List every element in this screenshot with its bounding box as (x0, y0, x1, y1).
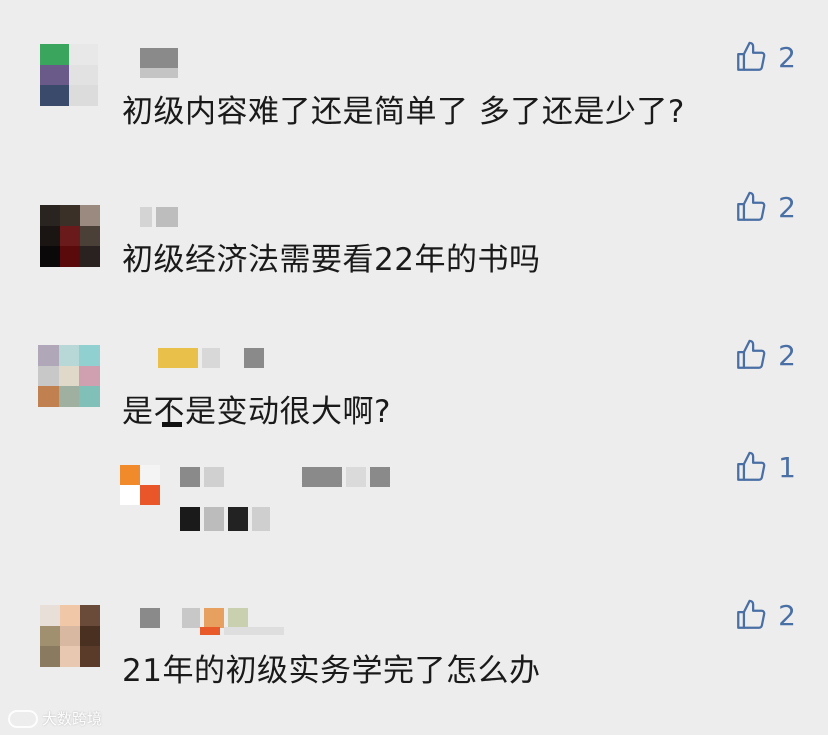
like-count: 1 (778, 450, 796, 484)
username-blurred[interactable] (158, 348, 264, 368)
like-button[interactable]: 2 (734, 598, 796, 632)
like-button[interactable]: 1 (734, 450, 796, 484)
username-blurred[interactable] (140, 608, 248, 628)
like-button[interactable]: 2 (734, 40, 796, 74)
username-blurred (200, 627, 284, 635)
avatar[interactable] (120, 465, 160, 505)
watermark-text: 大数跨境 (42, 710, 103, 728)
avatar[interactable] (40, 605, 100, 667)
comment-text: 初级内容难了还是简单了 多了还是少了? (122, 94, 685, 130)
comment-text: 初级经济法需要看22年的书吗 (122, 242, 541, 278)
like-count: 2 (778, 598, 796, 632)
like-count: 2 (778, 190, 796, 224)
username-blurred (140, 68, 178, 78)
like-button[interactable]: 2 (734, 338, 796, 372)
thumbs-up-icon (737, 339, 766, 369)
avatar[interactable] (38, 345, 100, 407)
like-button[interactable]: 2 (734, 190, 796, 224)
username-blurred[interactable] (140, 207, 178, 227)
avatar[interactable] (40, 44, 98, 106)
thumbs-up-icon (737, 599, 766, 629)
like-count: 2 (778, 40, 796, 74)
avatar[interactable] (40, 205, 100, 267)
thumbs-up-icon (737, 191, 766, 221)
reply-content-blurred (180, 507, 270, 531)
watermark-logo-icon (8, 709, 38, 728)
username-blurred[interactable] (140, 48, 178, 68)
underline-mark (162, 422, 182, 427)
like-count: 2 (778, 338, 796, 372)
thumbs-up-icon (737, 451, 766, 481)
comment-text: 21年的初级实务学完了怎么办 (122, 653, 541, 689)
username-blurred[interactable] (180, 467, 390, 487)
watermark: 大数跨境 (8, 708, 102, 729)
thumbs-up-icon (737, 41, 766, 71)
